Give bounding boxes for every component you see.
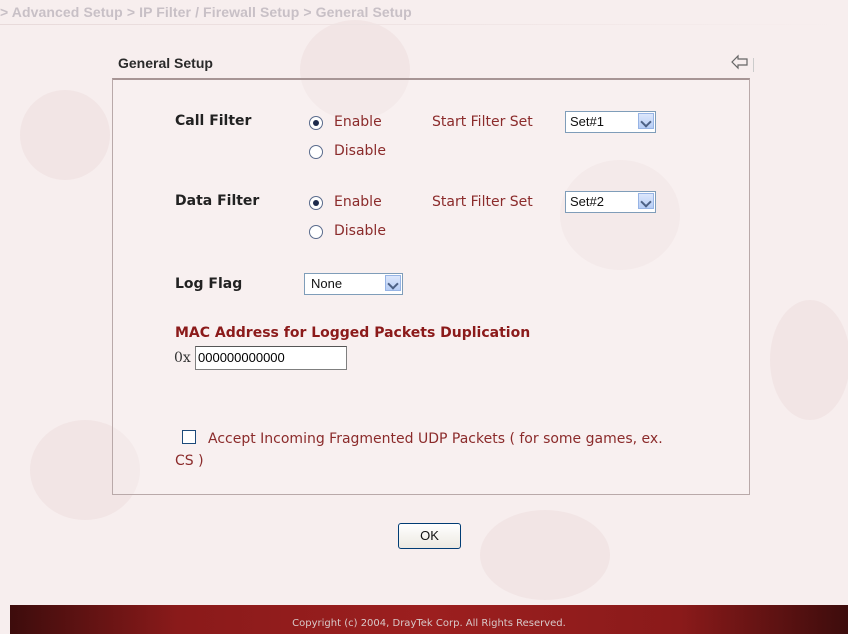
log-flag-select[interactable]: None [304, 273, 403, 295]
background-pattern [20, 90, 110, 180]
mac-prefix-label: 0x [174, 350, 191, 366]
background-pattern [480, 510, 610, 600]
udp-fragment-label: Accept Incoming Fragmented UDP Packets (… [175, 431, 663, 469]
chevron-down-icon[interactable] [385, 275, 401, 291]
call-filter-disable-radio[interactable] [309, 145, 323, 159]
background-pattern [770, 300, 848, 420]
call-filter-enable-label: Enable [334, 114, 382, 130]
call-filter-enable-radio[interactable] [309, 116, 323, 130]
log-flag-label: Log Flag [175, 276, 243, 292]
data-filter-disable-radio[interactable] [309, 225, 323, 239]
mac-address-title: MAC Address for Logged Packets Duplicati… [175, 325, 531, 341]
data-filter-enable-radio[interactable] [309, 196, 323, 210]
call-filter-start-set-value: Set#1 [570, 114, 604, 129]
title-divider [753, 58, 754, 72]
log-flag-value: None [311, 276, 343, 291]
page-title: General Setup [118, 55, 213, 71]
data-filter-disable-label: Disable [334, 223, 386, 239]
call-filter-label: Call Filter [175, 113, 252, 129]
data-filter-start-set-select[interactable]: Set#2 [565, 191, 656, 213]
chevron-down-icon[interactable] [638, 193, 654, 209]
mac-address-field[interactable]: 000000000000 [195, 346, 347, 370]
chevron-down-icon[interactable] [638, 113, 654, 129]
call-filter-disable-label: Disable [334, 143, 386, 159]
copyright-text: Copyright (c) 2004, DrayTek Corp. All Ri… [292, 618, 566, 629]
ok-button[interactable]: OK [398, 523, 461, 549]
call-filter-start-set-select[interactable]: Set#1 [565, 111, 656, 133]
data-filter-enable-label: Enable [334, 194, 382, 210]
udp-fragment-checkbox[interactable] [182, 430, 196, 444]
data-filter-start-set-value: Set#2 [570, 194, 604, 209]
footer-bar: Copyright (c) 2004, DrayTek Corp. All Ri… [10, 605, 848, 634]
call-filter-start-set-label: Start Filter Set [432, 114, 533, 130]
back-arrow-icon[interactable] [730, 54, 750, 70]
breadcrumb-divider [0, 24, 848, 25]
data-filter-label: Data Filter [175, 193, 260, 209]
breadcrumb: > Advanced Setup > IP Filter / Firewall … [0, 4, 412, 20]
data-filter-start-set-label: Start Filter Set [432, 194, 533, 210]
